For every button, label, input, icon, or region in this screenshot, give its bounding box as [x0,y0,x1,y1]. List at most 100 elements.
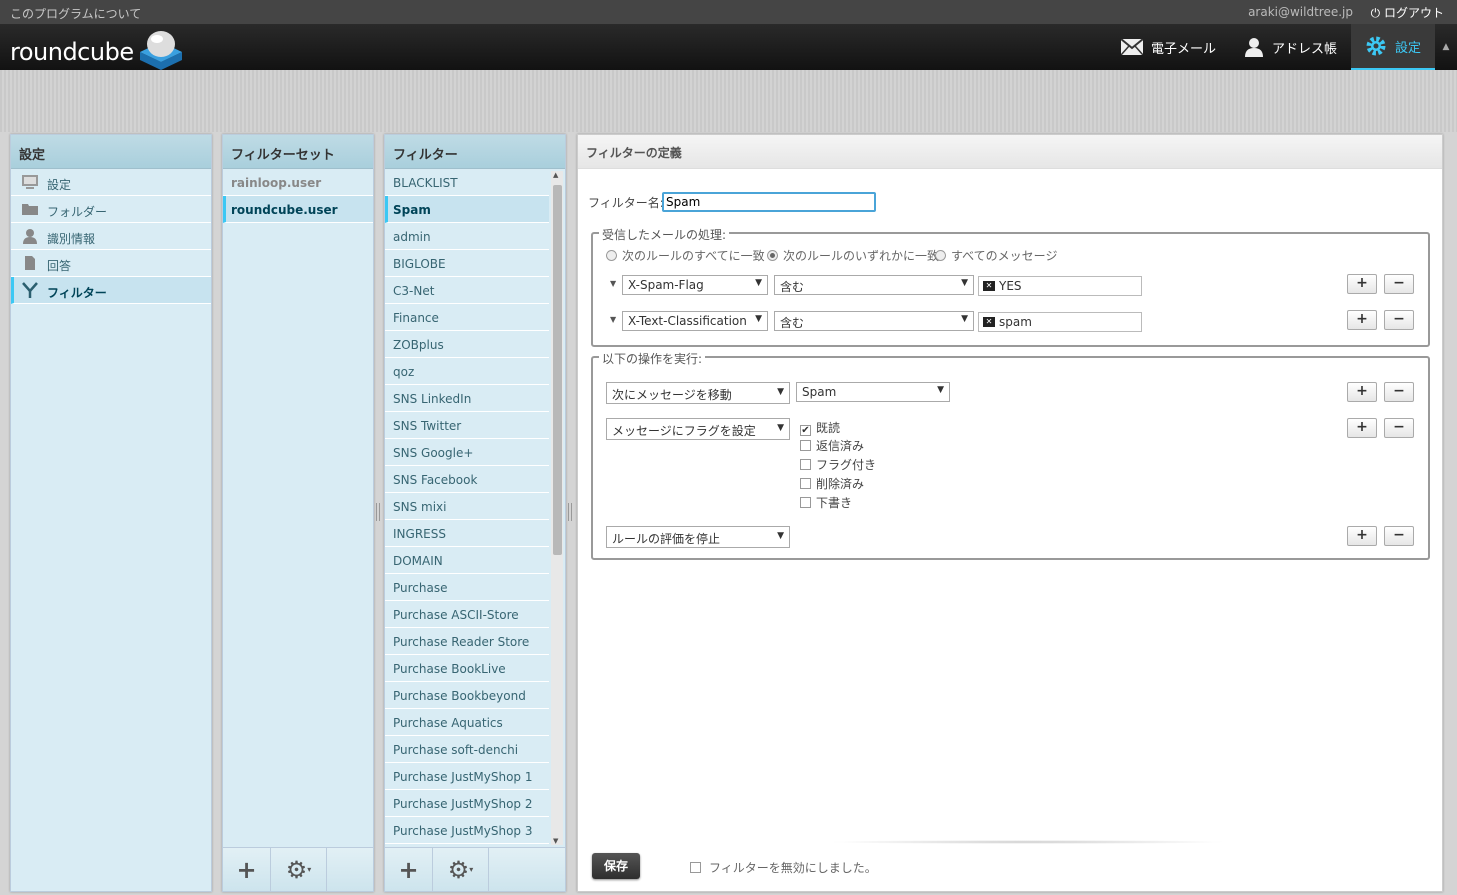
clear-icon[interactable]: ✕ [983,281,995,291]
filter-item[interactable]: INGRESS [385,520,549,547]
settings-item-identities[interactable]: 識別情報 [11,223,211,250]
filter-item[interactable]: qoz [385,358,549,385]
filter-item[interactable]: Purchase soft-denchi [385,736,549,763]
flag-read-checkbox[interactable]: ✔ 既読 [800,419,840,436]
action-type-value: メッセージにフラグを設定 [612,424,756,438]
filter-item[interactable]: Finance [385,304,549,331]
filter-item[interactable]: Purchase JustMyShop 3 [385,817,549,844]
header: roundcube 電子メール アドレス帳 設定 ▲ [0,24,1457,70]
filter-item[interactable]: SNS mixi [385,493,549,520]
filter-item[interactable]: BLACKLIST [385,169,549,196]
flag-flagged-checkbox[interactable]: フラグ付き [800,456,876,473]
task-mail[interactable]: 電子メール [1107,24,1230,70]
match-everything-radio[interactable]: すべてのメッセージ [935,247,1057,264]
filter-definition-panel: フィルターの定義 フィルター名: 受信したメールの処理: 次のルールのすべてに一… [577,134,1443,892]
filter-item[interactable]: DOMAIN [385,547,549,574]
move-target-folder-select[interactable]: Spam ▼ [796,382,950,402]
settings-item-responses[interactable]: 回答 [11,250,211,277]
flag-deleted-checkbox[interactable]: 削除済み [800,475,864,492]
filter-item[interactable]: ZOBplus [385,331,549,358]
filter-item[interactable]: BIGLOBE [385,250,549,277]
about-link[interactable]: このプログラムについて [10,5,141,22]
logout-button[interactable]: ⏻ ログアウト [1371,4,1444,21]
rule-value-text: YES [999,279,1022,293]
filter-name-input[interactable] [662,192,876,212]
remove-rule-button[interactable]: − [1384,310,1414,330]
match-all-radio[interactable]: 次のルールのすべてに一致 [606,247,765,264]
rule-expand-icon[interactable]: ▼ [610,279,616,288]
scrollbar-thumb[interactable] [553,185,562,555]
filter-item[interactable]: Purchase ASCII-Store [385,601,549,628]
add-rule-button[interactable]: + [1347,310,1377,330]
filter-item[interactable]: SNS LinkedIn [385,385,549,412]
scroll-down-icon[interactable]: ▼ [553,837,558,845]
filter-definition-title: フィルターの定義 [578,135,1442,169]
task-addressbook[interactable]: アドレス帳 [1230,24,1351,70]
flag-draft-checkbox[interactable]: 下書き [800,494,852,511]
match-everything-label: すべてのメッセージ [951,249,1058,263]
disable-filter-label: フィルターを無効にしました。 [709,861,877,875]
rule-operator-select[interactable]: 含む ▼ [774,311,974,331]
username: araki@wildtree.jp [1248,5,1353,19]
splitter-handle[interactable] [376,503,380,521]
task-settings[interactable]: 設定 [1350,24,1435,70]
filter-item[interactable]: Purchase Aquatics [385,709,549,736]
rule-operator-select[interactable]: 含む ▼ [774,275,974,295]
rule-value-text: spam [999,315,1032,329]
filter-item[interactable]: C3-Net [385,277,549,304]
filter-item[interactable]: Purchase JustMyShop 2 [385,790,549,817]
filter-item[interactable]: Purchase [385,574,549,601]
filter-list-scrollbar[interactable]: ▲ ▼ [551,171,563,845]
add-action-button[interactable]: + [1347,418,1377,438]
settings-item-filters[interactable]: フィルター [11,277,211,304]
splitter-handle[interactable] [568,503,572,521]
dropdown-arrow-icon: ▼ [937,385,944,395]
clear-icon[interactable]: ✕ [983,317,995,327]
filterset-item[interactable]: rainloop.user [223,169,373,196]
filter-actions-button[interactable]: ⚙ ▾ [433,848,489,891]
remove-action-button[interactable]: − [1384,418,1414,438]
filter-item[interactable]: SNS Facebook [385,466,549,493]
logo-text: roundcube [10,38,134,66]
settings-item-folders[interactable]: フォルダー [11,196,211,223]
action-type-select[interactable]: メッセージにフラグを設定 ▼ [606,418,790,440]
dropdown-arrow-icon: ▼ [777,531,784,541]
rule-header-select[interactable]: X-Text-Classification ▼ [622,311,768,331]
flag-label: 削除済み [816,477,865,491]
filter-item[interactable]: Spam [385,196,549,223]
person-icon [1244,38,1263,57]
rule-value-input[interactable]: ✕ spam [978,312,1142,332]
logo[interactable]: roundcube [10,28,190,70]
scroll-up-icon[interactable]: ▲ [553,171,558,179]
add-action-button[interactable]: + [1347,382,1377,402]
disable-filter-checkbox[interactable]: フィルターを無効にしました。 [690,859,877,876]
rule-operator-value: 含む [780,316,805,330]
add-rule-button[interactable]: + [1347,274,1377,294]
remove-action-button[interactable]: − [1384,382,1414,402]
filter-item[interactable]: SNS Twitter [385,412,549,439]
remove-rule-button[interactable]: − [1384,274,1414,294]
filter-item[interactable]: SNS Google+ [385,439,549,466]
filter-item[interactable]: Purchase Reader Store [385,628,549,655]
rule-expand-icon[interactable]: ▼ [610,315,616,324]
add-filter-button[interactable]: + [385,848,433,891]
add-filterset-button[interactable]: + [223,848,271,891]
filterset-item[interactable]: roundcube.user [223,196,373,223]
match-any-radio[interactable]: 次のルールのいずれかに一致 [767,247,939,264]
save-button[interactable]: 保存 [592,853,640,879]
action-type-select[interactable]: 次にメッセージを移動 ▼ [606,382,790,404]
flag-answered-checkbox[interactable]: 返信済み [800,437,864,454]
rule-value-input[interactable]: ✕ YES [978,276,1142,296]
filter-item[interactable]: Purchase JustMyShop 1 [385,763,549,790]
action-type-select[interactable]: ルールの評価を停止 ▼ [606,526,790,548]
minimize-taskbar-button[interactable]: ▲ [1435,24,1457,70]
filter-item[interactable]: Purchase Bookbeyond [385,682,549,709]
remove-action-button[interactable]: − [1384,526,1414,546]
filter-item[interactable]: Purchase BookLive [385,655,549,682]
filterset-actions-button[interactable]: ⚙ ▾ [271,848,327,891]
filter-item[interactable]: admin [385,223,549,250]
add-action-button[interactable]: + [1347,526,1377,546]
rule-header-select[interactable]: X-Spam-Flag ▼ [622,275,768,295]
taskbar: 電子メール アドレス帳 設定 ▲ [1107,24,1457,70]
settings-item-preferences[interactable]: 設定 [11,169,211,196]
